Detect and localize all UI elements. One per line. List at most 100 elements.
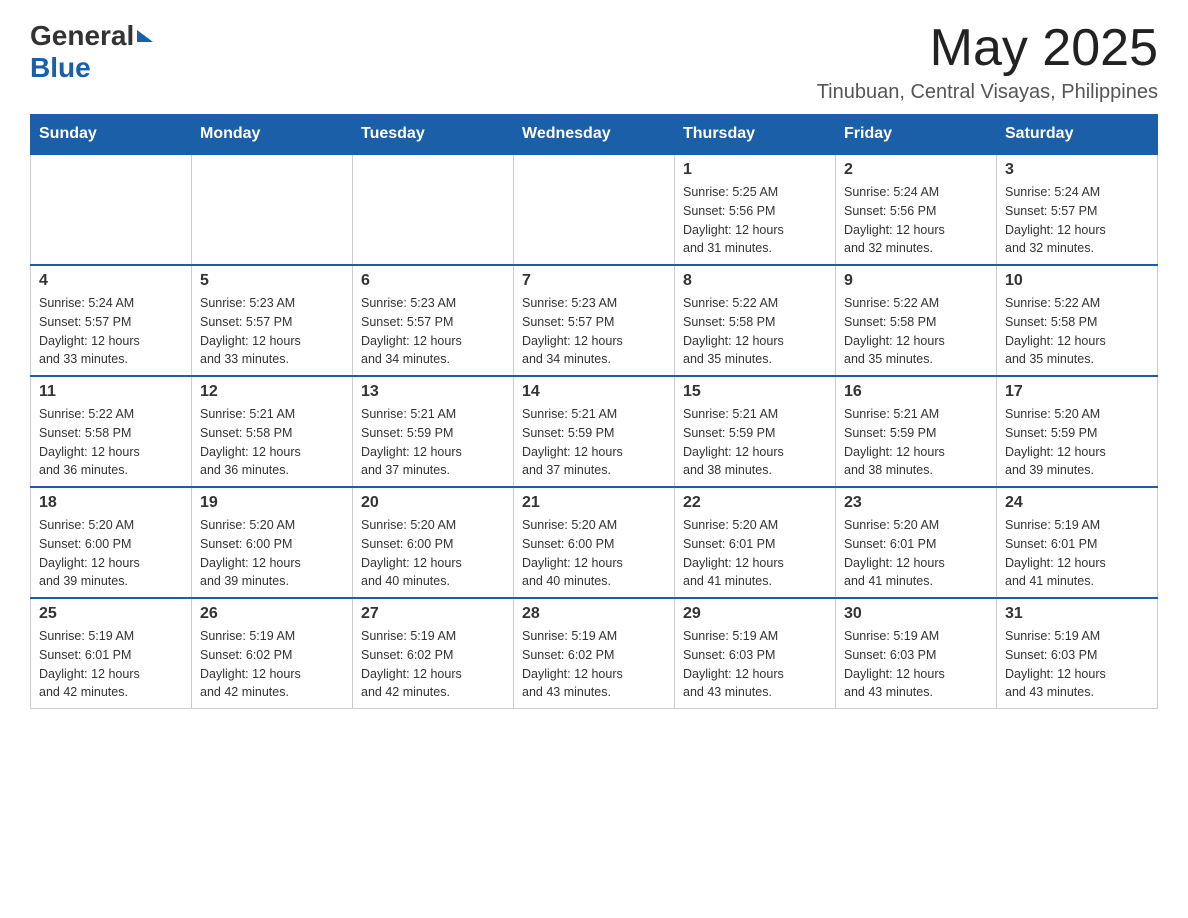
day-number: 18 bbox=[39, 494, 183, 512]
day-number: 27 bbox=[361, 605, 505, 623]
month-title: May 2025 bbox=[817, 20, 1158, 77]
day-info: Sunrise: 5:22 AMSunset: 5:58 PMDaylight:… bbox=[683, 294, 827, 369]
calendar-day-cell: 30Sunrise: 5:19 AMSunset: 6:03 PMDayligh… bbox=[836, 598, 997, 709]
calendar-day-cell bbox=[192, 154, 353, 265]
day-number: 22 bbox=[683, 494, 827, 512]
day-info: Sunrise: 5:23 AMSunset: 5:57 PMDaylight:… bbox=[522, 294, 666, 369]
day-info: Sunrise: 5:20 AMSunset: 6:00 PMDaylight:… bbox=[200, 516, 344, 591]
calendar-day-cell bbox=[31, 154, 192, 265]
calendar-day-cell: 13Sunrise: 5:21 AMSunset: 5:59 PMDayligh… bbox=[353, 376, 514, 487]
day-number: 10 bbox=[1005, 272, 1149, 290]
calendar-table: SundayMondayTuesdayWednesdayThursdayFrid… bbox=[30, 114, 1158, 709]
day-info: Sunrise: 5:23 AMSunset: 5:57 PMDaylight:… bbox=[200, 294, 344, 369]
day-info: Sunrise: 5:24 AMSunset: 5:56 PMDaylight:… bbox=[844, 183, 988, 258]
day-number: 26 bbox=[200, 605, 344, 623]
calendar-day-cell: 25 Sunrise: 5:19 AMSunset: 6:01 PMDayligh… bbox=[31, 598, 192, 709]
calendar-day-cell: 22Sunrise: 5:20 AMSunset: 6:01 PMDayligh… bbox=[675, 487, 836, 598]
calendar-day-header: Sunday bbox=[31, 115, 192, 155]
calendar-day-cell: 15 Sunrise: 5:21 AMSunset: 5:59 PMDayligh… bbox=[675, 376, 836, 487]
day-info: Sunrise: 5:22 AMSunset: 5:58 PMDaylight:… bbox=[1005, 294, 1149, 369]
calendar-day-cell: 10 Sunrise: 5:22 AMSunset: 5:58 PMDayligh… bbox=[997, 265, 1158, 376]
logo-general-text: General bbox=[30, 20, 134, 52]
calendar-day-cell bbox=[514, 154, 675, 265]
day-number: 3 bbox=[1005, 161, 1149, 179]
location-subtitle: Tinubuan, Central Visayas, Philippines bbox=[817, 81, 1158, 104]
calendar-day-cell: 17Sunrise: 5:20 AMSunset: 5:59 PMDayligh… bbox=[997, 376, 1158, 487]
day-info: Sunrise: 5:19 AMSunset: 6:03 PMDaylight:… bbox=[844, 627, 988, 702]
day-info: Sunrise: 5:20 AMSunset: 6:00 PMDaylight:… bbox=[361, 516, 505, 591]
calendar-day-cell: 8 Sunrise: 5:22 AMSunset: 5:58 PMDaylight… bbox=[675, 265, 836, 376]
calendar-day-header: Saturday bbox=[997, 115, 1158, 155]
day-number: 13 bbox=[361, 383, 505, 401]
calendar-day-cell: 20 Sunrise: 5:20 AMSunset: 6:00 PMDayligh… bbox=[353, 487, 514, 598]
calendar-day-cell: 14 Sunrise: 5:21 AMSunset: 5:59 PMDayligh… bbox=[514, 376, 675, 487]
day-info: Sunrise: 5:19 AMSunset: 6:02 PMDaylight:… bbox=[522, 627, 666, 702]
calendar-day-header: Monday bbox=[192, 115, 353, 155]
day-number: 11 bbox=[39, 383, 183, 401]
calendar-body: 1 Sunrise: 5:25 AMSunset: 5:56 PMDaylight… bbox=[31, 154, 1158, 709]
day-info: Sunrise: 5:21 AMSunset: 5:59 PMDaylight:… bbox=[683, 405, 827, 480]
day-number: 14 bbox=[522, 383, 666, 401]
calendar-day-cell: 29Sunrise: 5:19 AMSunset: 6:03 PMDayligh… bbox=[675, 598, 836, 709]
calendar-header: SundayMondayTuesdayWednesdayThursdayFrid… bbox=[31, 115, 1158, 155]
calendar-day-cell: 12Sunrise: 5:21 AMSunset: 5:58 PMDayligh… bbox=[192, 376, 353, 487]
calendar-day-cell bbox=[353, 154, 514, 265]
calendar-day-cell: 11 Sunrise: 5:22 AMSunset: 5:58 PMDayligh… bbox=[31, 376, 192, 487]
day-info: Sunrise: 5:22 AMSunset: 5:58 PMDaylight:… bbox=[39, 405, 183, 480]
day-info: Sunrise: 5:20 AMSunset: 6:01 PMDaylight:… bbox=[844, 516, 988, 591]
calendar-day-cell: 19 Sunrise: 5:20 AMSunset: 6:00 PMDayligh… bbox=[192, 487, 353, 598]
day-number: 7 bbox=[522, 272, 666, 290]
day-number: 20 bbox=[361, 494, 505, 512]
calendar-day-cell: 18 Sunrise: 5:20 AMSunset: 6:00 PMDayligh… bbox=[31, 487, 192, 598]
day-number: 19 bbox=[200, 494, 344, 512]
calendar-week-row: 25 Sunrise: 5:19 AMSunset: 6:01 PMDayligh… bbox=[31, 598, 1158, 709]
day-number: 6 bbox=[361, 272, 505, 290]
calendar-day-header: Wednesday bbox=[514, 115, 675, 155]
calendar-day-cell: 27 Sunrise: 5:19 AMSunset: 6:02 PMDayligh… bbox=[353, 598, 514, 709]
calendar-day-cell: 4Sunrise: 5:24 AMSunset: 5:57 PMDaylight… bbox=[31, 265, 192, 376]
day-number: 2 bbox=[844, 161, 988, 179]
day-number: 15 bbox=[683, 383, 827, 401]
calendar-day-cell: 23 Sunrise: 5:20 AMSunset: 6:01 PMDayligh… bbox=[836, 487, 997, 598]
day-info: Sunrise: 5:24 AMSunset: 5:57 PMDaylight:… bbox=[39, 294, 183, 369]
day-number: 24 bbox=[1005, 494, 1149, 512]
day-number: 8 bbox=[683, 272, 827, 290]
day-info: Sunrise: 5:24 AMSunset: 5:57 PMDaylight:… bbox=[1005, 183, 1149, 258]
day-info: Sunrise: 5:19 AMSunset: 6:01 PMDaylight:… bbox=[1005, 516, 1149, 591]
calendar-week-row: 18 Sunrise: 5:20 AMSunset: 6:00 PMDayligh… bbox=[31, 487, 1158, 598]
day-number: 21 bbox=[522, 494, 666, 512]
day-number: 5 bbox=[200, 272, 344, 290]
day-info: Sunrise: 5:23 AMSunset: 5:57 PMDaylight:… bbox=[361, 294, 505, 369]
day-number: 25 bbox=[39, 605, 183, 623]
day-number: 12 bbox=[200, 383, 344, 401]
calendar-day-cell: 26 Sunrise: 5:19 AMSunset: 6:02 PMDayligh… bbox=[192, 598, 353, 709]
calendar-day-cell: 28 Sunrise: 5:19 AMSunset: 6:02 PMDayligh… bbox=[514, 598, 675, 709]
calendar-day-cell: 21 Sunrise: 5:20 AMSunset: 6:00 PMDayligh… bbox=[514, 487, 675, 598]
calendar-day-header: Thursday bbox=[675, 115, 836, 155]
day-number: 23 bbox=[844, 494, 988, 512]
calendar-week-row: 1 Sunrise: 5:25 AMSunset: 5:56 PMDaylight… bbox=[31, 154, 1158, 265]
day-info: Sunrise: 5:19 AMSunset: 6:02 PMDaylight:… bbox=[361, 627, 505, 702]
calendar-week-row: 11 Sunrise: 5:22 AMSunset: 5:58 PMDayligh… bbox=[31, 376, 1158, 487]
day-number: 28 bbox=[522, 605, 666, 623]
day-info: Sunrise: 5:21 AMSunset: 5:59 PMDaylight:… bbox=[844, 405, 988, 480]
logo: General Blue bbox=[30, 20, 153, 84]
day-info: Sunrise: 5:20 AMSunset: 5:59 PMDaylight:… bbox=[1005, 405, 1149, 480]
day-info: Sunrise: 5:19 AMSunset: 6:01 PMDaylight:… bbox=[39, 627, 183, 702]
calendar-day-header: Tuesday bbox=[353, 115, 514, 155]
calendar-day-cell: 9Sunrise: 5:22 AMSunset: 5:58 PMDaylight… bbox=[836, 265, 997, 376]
day-number: 1 bbox=[683, 161, 827, 179]
day-info: Sunrise: 5:20 AMSunset: 6:00 PMDaylight:… bbox=[522, 516, 666, 591]
day-number: 31 bbox=[1005, 605, 1149, 623]
calendar-day-cell: 24 Sunrise: 5:19 AMSunset: 6:01 PMDayligh… bbox=[997, 487, 1158, 598]
calendar-day-cell: 6 Sunrise: 5:23 AMSunset: 5:57 PMDaylight… bbox=[353, 265, 514, 376]
day-info: Sunrise: 5:21 AMSunset: 5:59 PMDaylight:… bbox=[522, 405, 666, 480]
day-info: Sunrise: 5:20 AMSunset: 6:00 PMDaylight:… bbox=[39, 516, 183, 591]
logo-triangle-icon bbox=[137, 30, 153, 42]
calendar-day-cell: 31Sunrise: 5:19 AMSunset: 6:03 PMDayligh… bbox=[997, 598, 1158, 709]
calendar-week-row: 4Sunrise: 5:24 AMSunset: 5:57 PMDaylight… bbox=[31, 265, 1158, 376]
day-number: 9 bbox=[844, 272, 988, 290]
day-info: Sunrise: 5:19 AMSunset: 6:02 PMDaylight:… bbox=[200, 627, 344, 702]
day-info: Sunrise: 5:25 AMSunset: 5:56 PMDaylight:… bbox=[683, 183, 827, 258]
calendar-day-cell: 16Sunrise: 5:21 AMSunset: 5:59 PMDayligh… bbox=[836, 376, 997, 487]
